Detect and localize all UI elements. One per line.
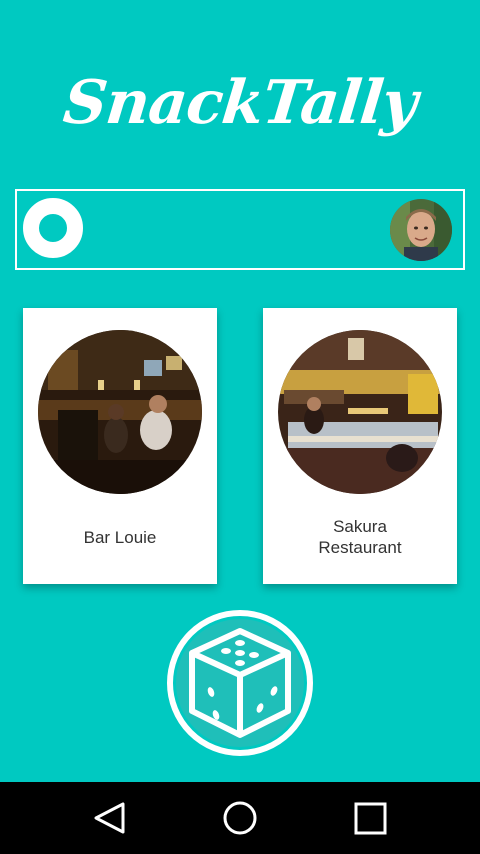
back-triangle-icon[interactable] (49, 782, 169, 854)
header-bar (15, 189, 465, 270)
restaurant-name: Bar Louie (83, 528, 157, 547)
restaurant-name-line2: Restaurant (318, 538, 402, 557)
restaurant-name-line1: Sakura (333, 517, 387, 536)
recents-square-icon[interactable] (310, 782, 430, 854)
dice-icon (167, 610, 313, 756)
random-pick-button[interactable] (164, 607, 316, 759)
restaurant-card-sakura[interactable]: Sakura Restaurant (263, 308, 457, 584)
system-navbar (0, 782, 480, 854)
restaurant-card-bar-louie[interactable]: Bar Louie (23, 308, 217, 584)
restaurant-name: Sakura Restaurant (263, 516, 457, 558)
sushi-bar-photo (278, 330, 442, 494)
user-avatar[interactable] (390, 199, 452, 261)
ring-icon[interactable] (23, 198, 83, 258)
bar-interior-photo (38, 330, 202, 494)
home-circle-icon[interactable] (180, 782, 300, 854)
app-title: SnackTally (60, 68, 420, 138)
